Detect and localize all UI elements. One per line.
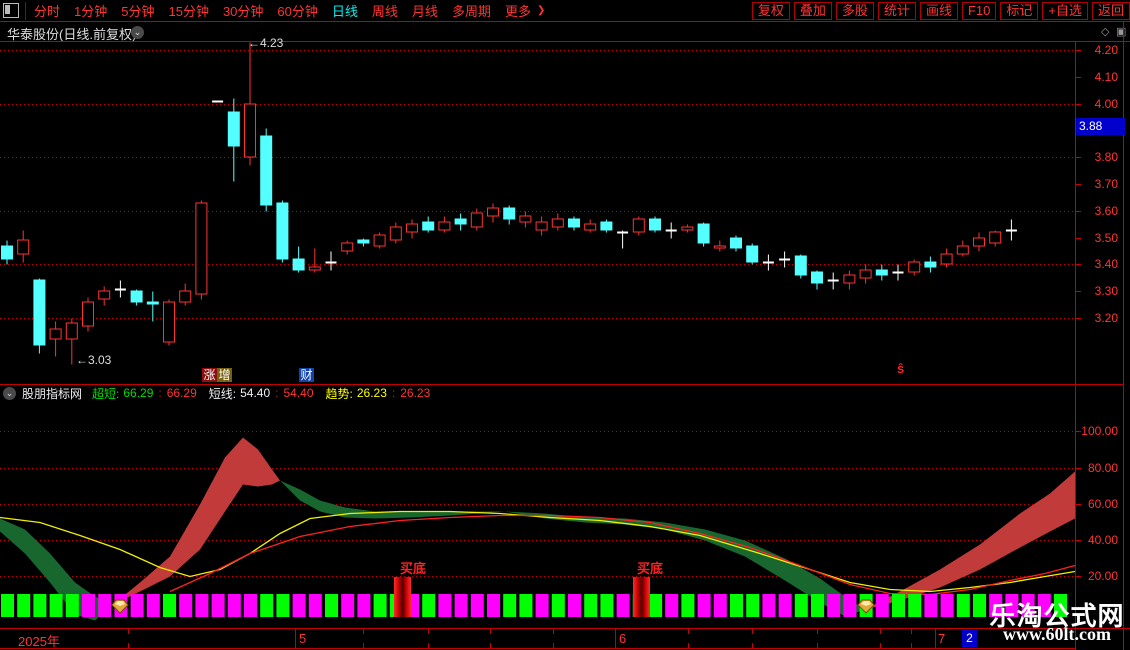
indicator-field-value2: 66.29 [166, 386, 197, 400]
buy-bottom-label: 买底 [637, 561, 664, 576]
indicator-header: ⌄ 股朋指标网 超短: 66.29:66.29 短线: 54.40:54.40 趋势: 2… [3, 385, 442, 401]
chart-title: 华泰股份(日线.前复权) [7, 27, 137, 42]
draw-marker-icon: ŝ [897, 361, 905, 376]
cursor-price-badge: 3.88 [1076, 118, 1125, 135]
indicator-bands [0, 437, 1075, 621]
indicator-name[interactable]: 股朋指标网 [22, 385, 82, 402]
toolbar-actions: 复权 叠加 多股 统计 画线 F10 标记 +自选 返回 [748, 1, 1130, 20]
field-separator: : [391, 386, 396, 400]
indicator-field-value: 26.23 [356, 386, 387, 400]
price-axis-label: 3.80 [1094, 149, 1118, 164]
toolbar-button-2[interactable]: 多股 [835, 1, 874, 20]
indicator-axis-label: 80.00 [1087, 460, 1118, 475]
year-label: 2025年 [18, 634, 60, 649]
month-label: 6 [619, 631, 627, 646]
period-tab-3[interactable]: 15分钟 [168, 1, 208, 20]
indicator-field-value: 54.40 [240, 386, 271, 400]
indicator-field-value2: 26.23 [400, 386, 431, 400]
signal-blocks [1, 594, 1067, 617]
toolbar-divider [25, 1, 26, 20]
price-axis-label: 3.60 [1094, 203, 1118, 218]
diamond-markers [111, 599, 875, 614]
price-axis-label: 3.70 [1094, 176, 1118, 191]
indicator-field-label: 超短: [92, 386, 120, 401]
indicator-axis-label: 40.00 [1087, 532, 1118, 547]
field-separator: : [275, 386, 279, 400]
toolbar-button-0[interactable]: 复权 [751, 1, 790, 20]
chevron-down-icon[interactable]: ⌄ [131, 26, 144, 39]
indicator-axis-label: 20.00 [1087, 568, 1118, 583]
period-tab-9[interactable]: 多周期 [452, 1, 491, 20]
signal-bars [394, 577, 650, 617]
frame-lines [0, 21, 1130, 650]
cursor-date-badge: 2 [962, 630, 977, 647]
indicator-field-value2: 54.40 [283, 386, 314, 400]
toolbar-button-7[interactable]: +自选 [1042, 1, 1088, 20]
price-axis-label: 3.40 [1094, 256, 1118, 271]
chart-canvas [0, 21, 1130, 650]
price-axis-label: 4.20 [1094, 42, 1118, 57]
indicator-field-value: 66.29 [123, 386, 154, 400]
indicator-field-label: 趋势: [325, 386, 353, 401]
price-axis-label: 4.10 [1094, 69, 1118, 84]
month-label: 5 [299, 631, 307, 646]
month-label: 7 [938, 631, 946, 646]
axis-ticks [128, 50, 1081, 649]
price-axis-label: 3.20 [1094, 310, 1118, 325]
toolbar-button-6[interactable]: 标记 [1000, 1, 1039, 20]
price-axis-label: 3.50 [1094, 230, 1118, 245]
layout-toggle-icon[interactable] [3, 3, 19, 18]
toolbar-button-4[interactable]: 画线 [919, 1, 958, 20]
high-price-annotation: ←4.23 [248, 36, 284, 50]
indicator-axis-label: 60.00 [1087, 496, 1118, 511]
panel-icon[interactable]: ▣ [1116, 25, 1126, 38]
indicator-gridlines [0, 431, 1075, 577]
watermark-url: www.60lt.com [1003, 624, 1111, 644]
period-tab-5[interactable]: 60分钟 [277, 1, 317, 20]
period-tab-1[interactable]: 1分钟 [74, 1, 107, 20]
field-separator: : [158, 386, 162, 400]
event-tag-cai[interactable]: 财 [299, 368, 314, 382]
candlestick-layer [1, 42, 1017, 365]
diamond-icon[interactable]: ◇ [1101, 25, 1109, 38]
app-window: 分时 1分钟 5分钟 15分钟 30分钟 60分钟 日线 周线 月线 多周期 更多 ❯ 复权 叠加 多股 统计… [0, 0, 1130, 650]
period-tab-0[interactable]: 分时 [34, 1, 60, 20]
price-axis-label: 3.30 [1094, 283, 1118, 298]
indicator-lines [0, 510, 1076, 596]
toolbar-button-8[interactable]: 返回 [1091, 1, 1130, 20]
indicator-axis-label: 100.00 [1081, 423, 1118, 438]
period-tab-2[interactable]: 5分钟 [121, 1, 154, 20]
price-axis-label: 4.00 [1094, 96, 1118, 111]
chevron-down-icon[interactable]: ⌄ [3, 386, 16, 400]
toolbar-button-5[interactable]: F10 [961, 1, 997, 20]
period-tab-6[interactable]: 日线 [332, 1, 358, 20]
period-tab-10[interactable]: 更多 [505, 1, 531, 20]
main-gridlines [0, 50, 1075, 319]
toolbar-button-3[interactable]: 统计 [877, 1, 916, 20]
buy-bottom-label: 买底 [400, 561, 427, 576]
event-tag-zhang[interactable]: 涨 [202, 368, 217, 382]
period-tab-8[interactable]: 月线 [412, 1, 438, 20]
period-tab-7[interactable]: 周线 [372, 1, 398, 20]
event-tag-zeng[interactable]: 增 [217, 368, 232, 382]
toolbar-button-1[interactable]: 叠加 [793, 1, 832, 20]
indicator-field-label: 短线: [208, 386, 237, 401]
period-toolbar: 分时 1分钟 5分钟 15分钟 30分钟 60分钟 日线 周线 月线 多周期 更多 ❯ 复权 叠加 多股 统计… [0, 0, 1130, 21]
period-tab-4[interactable]: 30分钟 [223, 1, 263, 20]
chevron-right-icon: ❯ [536, 5, 546, 16]
low-price-annotation: ←3.03 [76, 353, 112, 367]
